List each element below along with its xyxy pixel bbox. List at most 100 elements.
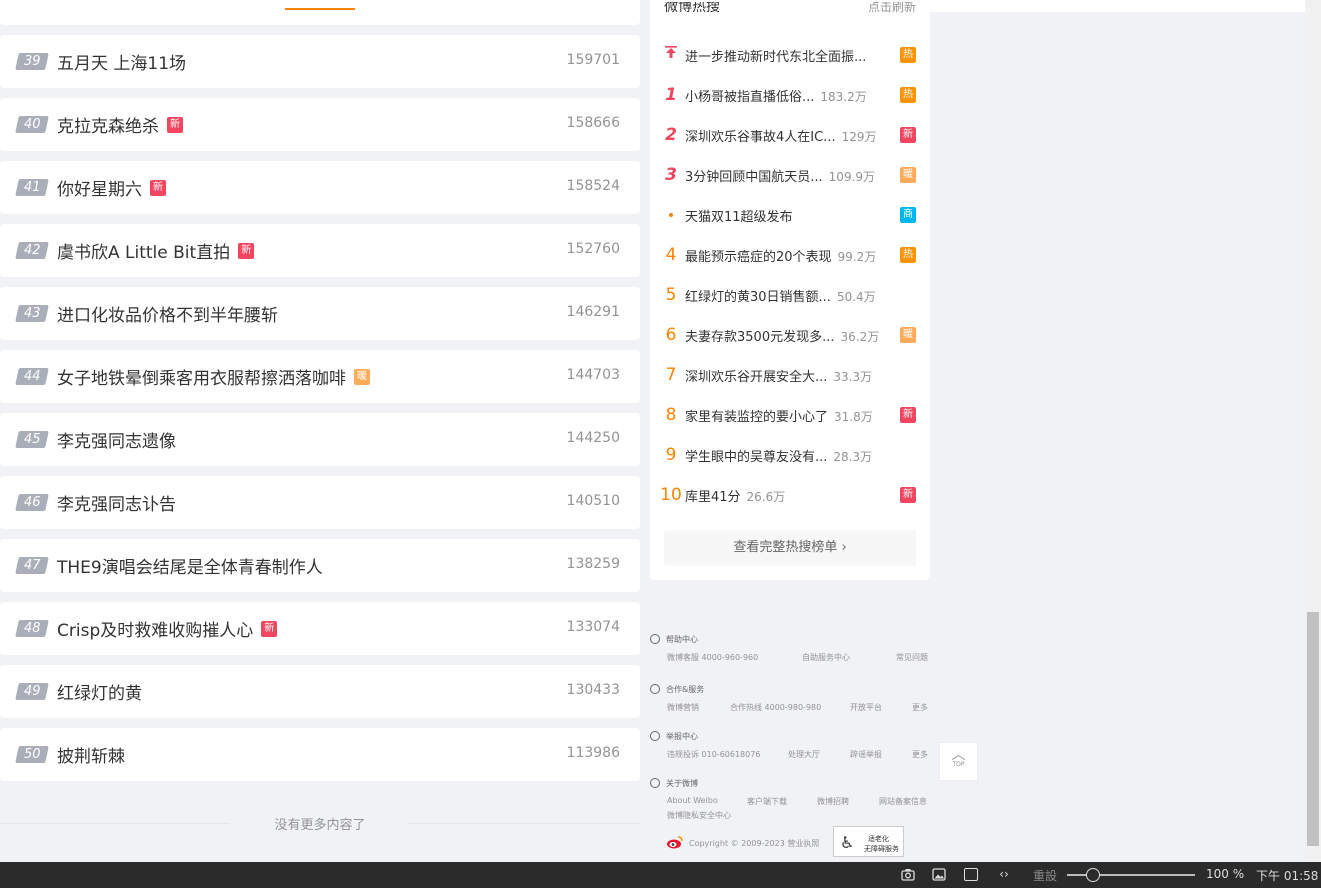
- footer-link[interactable]: 更多: [912, 702, 928, 713]
- image-icon[interactable]: [932, 868, 946, 881]
- status-badge: 新: [238, 242, 255, 259]
- table-row[interactable]: 49 红绿灯的黄 130433: [0, 665, 640, 718]
- topic-title[interactable]: 进口化妆品价格不到半年腰斩: [57, 301, 278, 326]
- chevron-up-icon: ︿: [951, 747, 966, 763]
- camera-icon[interactable]: [901, 868, 915, 881]
- footer-link[interactable]: 网站备案信息: [879, 796, 927, 807]
- zoom-level: 100 %: [1206, 867, 1245, 881]
- accessibility-button[interactable]: ♿ 适老化 无障碍服务: [833, 826, 904, 857]
- rank-badge: 46: [15, 494, 49, 511]
- hot-search-text: 红绿灯的黄30日销售额... 50.4万: [685, 290, 876, 305]
- topic-title[interactable]: 李克强同志遗像: [57, 427, 176, 452]
- clock: 下午 01:58: [1256, 869, 1319, 883]
- hot-search-item[interactable]: 5 红绿灯的黄30日销售额... 50.4万: [650, 275, 930, 315]
- footer-link[interactable]: 自助服务中心: [802, 652, 850, 663]
- footer-link[interactable]: 客户端下载: [747, 796, 787, 807]
- hot-search-heading: 微博热搜: [664, 2, 720, 14]
- footer-link[interactable]: 微博隐私安全中心: [667, 810, 731, 821]
- topic-title[interactable]: 红绿灯的黄: [57, 679, 142, 704]
- footer-link[interactable]: 辟谣举报: [850, 749, 882, 760]
- hot-search-text: 3分钟回顾中国航天员... 109.9万: [685, 170, 876, 185]
- table-row[interactable]: 40 克拉克森绝杀新 158666: [0, 98, 640, 151]
- hot-search-item[interactable]: 7 深圳欢乐谷开展安全大... 33.3万: [650, 355, 930, 395]
- top-right-strip: [930, 0, 1305, 12]
- hot-search-text: 学生眼中的吴尊友没有... 28.3万: [685, 450, 873, 465]
- hot-search-text: 天猫双11超级发布: [685, 210, 793, 225]
- footer-link[interactable]: 处理大厅: [788, 749, 820, 760]
- topic-title[interactable]: Crisp及时救难收购摧人心新: [57, 616, 278, 641]
- topic-title[interactable]: 虞书欣A Little Bit直拍新: [57, 238, 255, 263]
- hot-search-item[interactable]: 2 深圳欢乐谷事故4人在IC... 129万 新: [650, 115, 930, 155]
- table-row[interactable]: 41 你好星期六新 158524: [0, 161, 640, 214]
- accessibility-label-1: 适老化: [868, 835, 889, 843]
- footer-link[interactable]: 微博营销: [667, 702, 699, 713]
- table-row[interactable]: 45 李克强同志遗像 144250: [0, 413, 640, 466]
- hot-search-rank: 9: [665, 445, 677, 465]
- topic-title-text: 进口化妆品价格不到半年腰斩: [57, 306, 278, 326]
- footer-link[interactable]: 更多: [912, 749, 928, 760]
- footer-about-title: 关于微博: [666, 778, 698, 788]
- table-row[interactable]: 48 Crisp及时救难收购摧人心新 133074: [0, 602, 640, 655]
- rank-badge: 41: [15, 179, 49, 196]
- view-full-hot-search-button[interactable]: 查看完整热搜榜单 ›: [664, 530, 916, 566]
- topic-title-text: Crisp及时救难收购摧人心: [57, 621, 254, 641]
- topic-title-text: 披荆斩棘: [57, 747, 125, 767]
- footer-link[interactable]: 合作热线 4000-980-980: [730, 702, 821, 713]
- topic-title[interactable]: 克拉克森绝杀新: [57, 112, 183, 137]
- status-badge: 新: [261, 620, 278, 637]
- footer-link[interactable]: 违规投诉 010-60618076: [667, 749, 760, 760]
- refresh-button[interactable]: 点击刷新: [868, 2, 916, 14]
- hot-search-count: 31.8万: [834, 410, 873, 424]
- footer-link[interactable]: 微博招聘: [817, 796, 849, 807]
- topic-title[interactable]: THE9演唱会结尾是全体青春制作人: [57, 553, 323, 578]
- ad-dot-icon: [669, 213, 673, 217]
- footer-link[interactable]: About Weibo: [667, 796, 718, 805]
- footer-link[interactable]: 常见问题: [896, 652, 928, 663]
- hot-search-item[interactable]: 10 库里41分 26.6万 新: [650, 475, 930, 515]
- table-row[interactable]: 43 进口化妆品价格不到半年腰斩 146291: [0, 287, 640, 340]
- rank-badge: 44: [15, 368, 49, 385]
- footer-report-section: 举报中心 违规投诉 010-60618076 处理大厅 辟谣举报 更多: [650, 729, 932, 763]
- table-row[interactable]: 46 李克强同志讣告 140510: [0, 476, 640, 529]
- hot-search-item[interactable]: 1 小杨哥被指直播低俗... 183.2万 热: [650, 75, 930, 115]
- status-badge: 新: [900, 407, 916, 423]
- topic-title[interactable]: 女子地铁晕倒乘客用衣服帮擦洒落咖啡暖: [57, 364, 370, 389]
- footer-link[interactable]: 开放平台: [850, 702, 882, 713]
- hot-search-item[interactable]: 3 3分钟回顾中国航天员... 109.9万 暖: [650, 155, 930, 195]
- wheelchair-icon: ♿: [840, 833, 855, 852]
- window-icon[interactable]: [964, 868, 978, 881]
- table-row[interactable]: 39 五月天 上海11场 159701: [0, 35, 640, 88]
- zoom-reset-button[interactable]: 重設: [1033, 867, 1057, 884]
- topic-title[interactable]: 李克强同志讣告: [57, 490, 176, 515]
- table-row[interactable]: 50 披荆斩棘 113986: [0, 728, 640, 781]
- zoom-slider-knob[interactable]: [1086, 868, 1100, 882]
- footer-link[interactable]: 微博客服 4000-960-960: [667, 652, 758, 663]
- hot-search-item[interactable]: 8 家里有装监控的要小心了 31.8万 新: [650, 395, 930, 435]
- table-row[interactable]: 42 虞书欣A Little Bit直拍新 152760: [0, 224, 640, 277]
- table-row[interactable]: 44 女子地铁晕倒乘客用衣服帮擦洒落咖啡暖 144703: [0, 350, 640, 403]
- accessibility-label-2: 无障碍服务: [864, 845, 899, 853]
- topic-title[interactable]: 五月天 上海11场: [57, 49, 186, 74]
- code-icon[interactable]: ‹›: [997, 868, 1011, 881]
- hot-search-item[interactable]: 4 最能预示癌症的20个表现 99.2万 热: [650, 235, 930, 275]
- hot-search-text: 库里41分 26.6万: [685, 490, 786, 505]
- footer-coop-title: 合作&服务: [666, 684, 705, 694]
- hot-search-count: 183.2万: [820, 90, 867, 104]
- table-row[interactable]: 47 THE9演唱会结尾是全体青春制作人 138259: [0, 539, 640, 592]
- topic-count: 113986: [566, 745, 620, 761]
- hot-search-item[interactable]: 6 夫妻存款3500元发现多... 36.2万 暖: [650, 315, 930, 355]
- scrollbar-thumb[interactable]: [1307, 612, 1319, 846]
- back-to-top-button[interactable]: ︿ TOP: [939, 742, 978, 781]
- hot-search-item[interactable]: 进一步推动新时代东北全面振... 热: [650, 35, 930, 75]
- status-badge: 新: [900, 487, 916, 503]
- hot-search-item[interactable]: 天猫双11超级发布 商: [650, 195, 930, 235]
- status-badge: 暖: [900, 327, 916, 343]
- hot-search-item[interactable]: 9 学生眼中的吴尊友没有... 28.3万: [650, 435, 930, 475]
- topic-title-text: 你好星期六: [57, 180, 142, 200]
- topic-title[interactable]: 你好星期六新: [57, 175, 166, 200]
- topic-count: 140510: [566, 493, 620, 509]
- top-tab-strip: [0, 0, 640, 25]
- topic-count: 138259: [566, 556, 620, 572]
- topic-title[interactable]: 披荆斩棘: [57, 742, 125, 767]
- rank-badge: 40: [15, 116, 49, 133]
